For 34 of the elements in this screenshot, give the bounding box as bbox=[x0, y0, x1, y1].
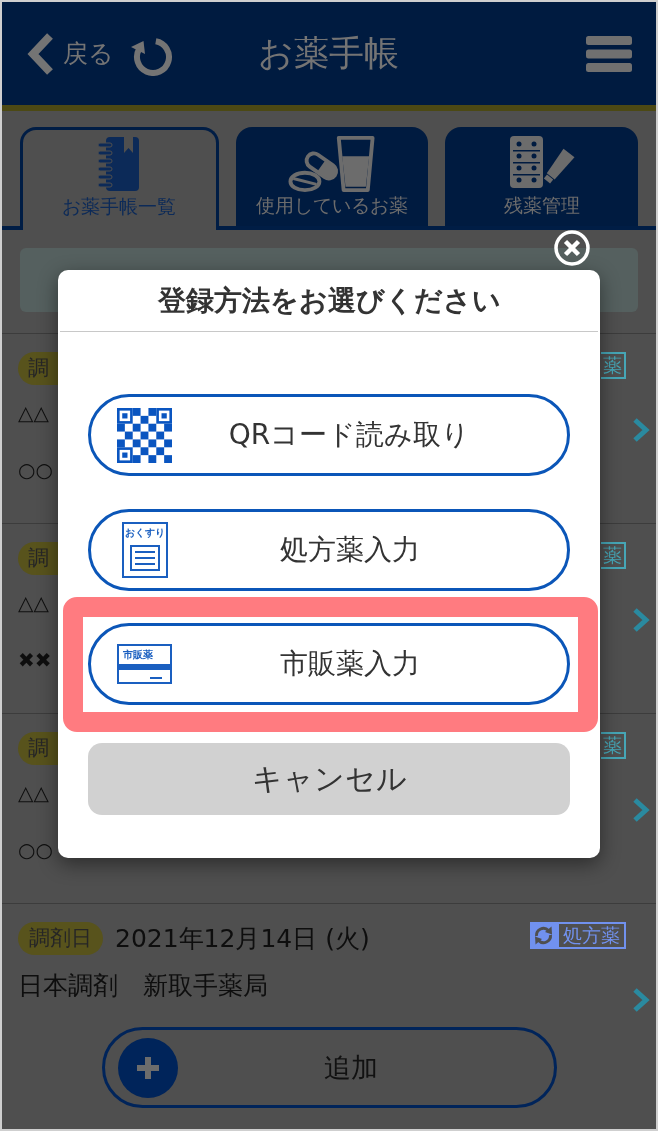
qr-code-icon bbox=[117, 407, 172, 463]
chevron-left-icon bbox=[25, 31, 55, 76]
option-button[interactable]: QRコード読み取り bbox=[88, 394, 570, 476]
chevron-right-icon[interactable] bbox=[632, 607, 650, 633]
icon-label: おくすり bbox=[124, 527, 165, 539]
notebook-icon bbox=[97, 136, 142, 192]
close-icon[interactable] bbox=[554, 230, 590, 266]
record-text: △△ bbox=[18, 780, 49, 807]
option-button[interactable]: おくすり 処方薬入力 bbox=[88, 509, 570, 591]
record-text: 日本調剤 新取手薬局 bbox=[18, 970, 268, 1002]
menu-icon[interactable] bbox=[586, 35, 632, 72]
record-text: ○○ bbox=[18, 457, 53, 484]
record-text: ✖✖ bbox=[18, 647, 52, 674]
chevron-right-icon[interactable] bbox=[632, 417, 650, 443]
chevron-right-icon[interactable] bbox=[632, 987, 650, 1013]
dialog-title: 登録方法をお選びください bbox=[156, 283, 502, 319]
pills-and-cup-icon bbox=[287, 135, 377, 193]
plus-icon bbox=[118, 1037, 178, 1098]
icon-label: 市販薬 bbox=[123, 649, 153, 661]
back-button[interactable]: 戻る bbox=[25, 31, 114, 76]
chevron-right-icon[interactable] bbox=[632, 797, 650, 823]
add-button[interactable]: 追加 bbox=[102, 1027, 557, 1108]
record-text: △△ bbox=[18, 400, 49, 427]
dispense-date: 2021年12月14日 (火) bbox=[115, 923, 370, 955]
record-text: ○○ bbox=[18, 837, 53, 864]
tab[interactable]: 残薬管理 bbox=[445, 127, 638, 226]
medicine-type-tag: 処方薬 bbox=[557, 922, 626, 949]
option-button[interactable]: 市販薬 市販薬入力 bbox=[88, 623, 570, 705]
record-text: △△ bbox=[18, 590, 49, 617]
blister-pack-and-tube-icon bbox=[508, 135, 575, 189]
app-title: お薬手帳 bbox=[258, 32, 399, 75]
cancel-button[interactable]: キャンセル bbox=[88, 743, 570, 815]
tab[interactable]: 使用しているお薬 bbox=[235, 127, 429, 226]
sync-icon bbox=[530, 922, 557, 949]
